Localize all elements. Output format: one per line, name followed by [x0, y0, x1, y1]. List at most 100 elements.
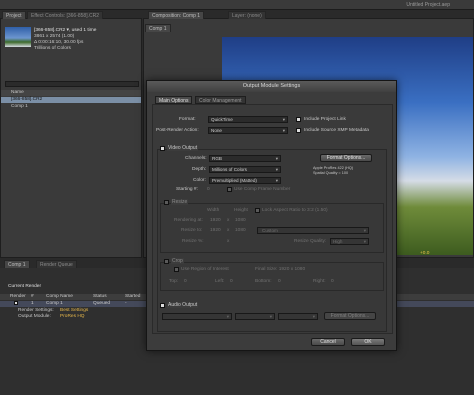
hdr-num: # [31, 294, 34, 299]
times-sign: x [227, 228, 230, 233]
window-title: Untitled Project.aep [406, 2, 450, 8]
current-render-label: Current Render [8, 284, 42, 289]
file-duration: Δ 0:00:16:10, 30.00 fps [34, 40, 84, 45]
output-module-dialog: Output Module Settings Main Options Colo… [146, 80, 397, 351]
depth-select[interactable]: Millions of Colors ▾ [209, 166, 281, 173]
comp-tab[interactable]: Comp 1 [145, 24, 171, 32]
resize-preset-select[interactable]: Custom ▾ [257, 227, 369, 234]
times-sign: x [227, 239, 230, 244]
top-label: Top: [169, 279, 179, 284]
project-panel: Project Effect Controls: [366-858].CR2 [… [0, 11, 142, 258]
tab-project[interactable]: Project [2, 11, 26, 19]
resize-h[interactable]: 1080 [235, 228, 246, 233]
resize-to-label: Resize to: [181, 228, 203, 233]
codec-info-2: Spatial Quality = 100 [313, 171, 349, 175]
zoom-readout: +0.0 [420, 251, 430, 256]
rendering-w: 1920 [210, 218, 221, 223]
dialog-title: Output Module Settings [147, 81, 396, 92]
include-project-link-checkbox[interactable] [296, 117, 301, 122]
tab-effect-controls[interactable]: Effect Controls: [366-858].CR2 [27, 11, 103, 19]
right-label: Right: [313, 279, 326, 284]
width-header: Width [207, 208, 220, 213]
post-render-value: None [211, 128, 222, 133]
tab-color-management[interactable]: Color Management [195, 96, 246, 104]
project-search[interactable] [5, 81, 139, 87]
tab-composition[interactable]: Composition: Comp 1 [148, 11, 205, 19]
tab-main-options[interactable]: Main Options [155, 96, 193, 104]
output-module-value[interactable]: ProRes HQ [60, 314, 85, 319]
chevron-down-icon: ▾ [363, 239, 366, 244]
color-value: Premultiplied (Matted) [212, 178, 257, 183]
times-sign: x [227, 218, 230, 223]
left-value[interactable]: 0 [230, 279, 233, 284]
lock-aspect-checkbox[interactable] [255, 208, 260, 213]
audio-output-checkbox[interactable] [160, 303, 165, 308]
rendering-at-label: Rendering at: [174, 218, 203, 223]
use-comp-frame-checkbox[interactable] [227, 187, 232, 192]
chevron-down-icon: ▾ [269, 314, 272, 319]
col-name[interactable]: Name [11, 90, 24, 95]
chevron-down-icon: ▾ [363, 228, 366, 233]
codec-info-1: Apple ProRes 422 (HQ) [313, 166, 354, 170]
chevron-down-icon: ▾ [275, 178, 278, 183]
starting-label: Starting #: [176, 187, 198, 192]
list-item[interactable]: Comp 1 [1, 104, 141, 110]
chevron-down-icon: ▾ [275, 156, 278, 161]
color-select[interactable]: Premultiplied (Matted) ▾ [209, 177, 281, 184]
right-value[interactable]: 0 [331, 279, 334, 284]
post-render-select[interactable]: None ▾ [208, 127, 288, 134]
resize-label: Resize [171, 199, 189, 205]
chevron-down-icon: ▾ [282, 117, 285, 122]
format-select[interactable]: QuickTime ▾ [208, 116, 288, 123]
chevron-down-icon: ▾ [226, 314, 229, 319]
channels-value: RGB [212, 156, 222, 161]
file-colors: Trillions of Colors [34, 46, 71, 51]
top-value[interactable]: 0 [184, 279, 187, 284]
crop-label: Crop [171, 258, 184, 264]
format-label: Format: [179, 117, 196, 122]
resize-preset-value: Custom [262, 228, 278, 233]
channels-select[interactable]: RGB ▾ [209, 155, 281, 162]
tab-timeline-comp[interactable]: Comp 1 [4, 260, 30, 268]
audio-rate-select[interactable]: ▾ [162, 313, 232, 320]
list-item[interactable]: [366-858].CR2 [1, 97, 141, 103]
include-xmp-label: Include Source XMP Metadata [304, 128, 369, 133]
include-xmp-checkbox[interactable] [296, 128, 301, 133]
row-status: Queued [93, 301, 111, 306]
app-title-bar: Untitled Project.aep [0, 0, 474, 10]
ok-button[interactable]: OK [351, 338, 385, 346]
resize-checkbox[interactable] [164, 200, 169, 205]
render-settings-value[interactable]: Best Settings [60, 308, 88, 313]
resize-pct-label: Resize %: [182, 239, 204, 244]
left-label: Left: [215, 279, 225, 284]
row-num: 1 [31, 301, 34, 306]
audio-channels-select[interactable]: ▾ [278, 313, 318, 320]
item-label: Comp 1 [11, 104, 28, 109]
color-label: Color: [193, 178, 206, 183]
starting-value[interactable]: 0 [207, 187, 210, 192]
hdr-status: Status [93, 294, 107, 299]
use-roi-checkbox[interactable] [174, 267, 179, 272]
format-value: QuickTime [211, 117, 233, 122]
audio-format-options-button[interactable]: Format Options... [324, 312, 376, 320]
video-output-checkbox[interactable] [160, 146, 165, 151]
output-module-label: Output Module: [18, 314, 51, 319]
lock-aspect-label: Lock Aspect Ratio to 3:2 (1.50) [262, 208, 328, 213]
render-checkbox[interactable] [14, 301, 18, 305]
use-comp-frame-label: Use Comp Frame Number [234, 187, 291, 192]
resize-quality-select[interactable]: High ▾ [330, 238, 369, 245]
format-options-button[interactable]: Format Options... [320, 154, 372, 162]
tab-render-queue[interactable]: Render Queue [36, 260, 77, 268]
resize-w[interactable]: 1920 [210, 228, 221, 233]
audio-bits-select[interactable]: ▾ [235, 313, 275, 320]
crop-checkbox[interactable] [164, 259, 169, 264]
bottom-value[interactable]: 0 [278, 279, 281, 284]
depth-value: Millions of Colors [212, 167, 247, 172]
item-label: [366-858].CR2 [11, 97, 43, 102]
tab-layer[interactable]: Layer: (none) [228, 11, 266, 19]
chevron-down-icon: ▾ [312, 314, 315, 319]
cancel-button[interactable]: Cancel [311, 338, 345, 346]
bottom-label: Bottom: [255, 279, 272, 284]
row-comp: Comp 1 [46, 301, 63, 306]
use-roi-label: Use Region of Interest [181, 267, 229, 272]
